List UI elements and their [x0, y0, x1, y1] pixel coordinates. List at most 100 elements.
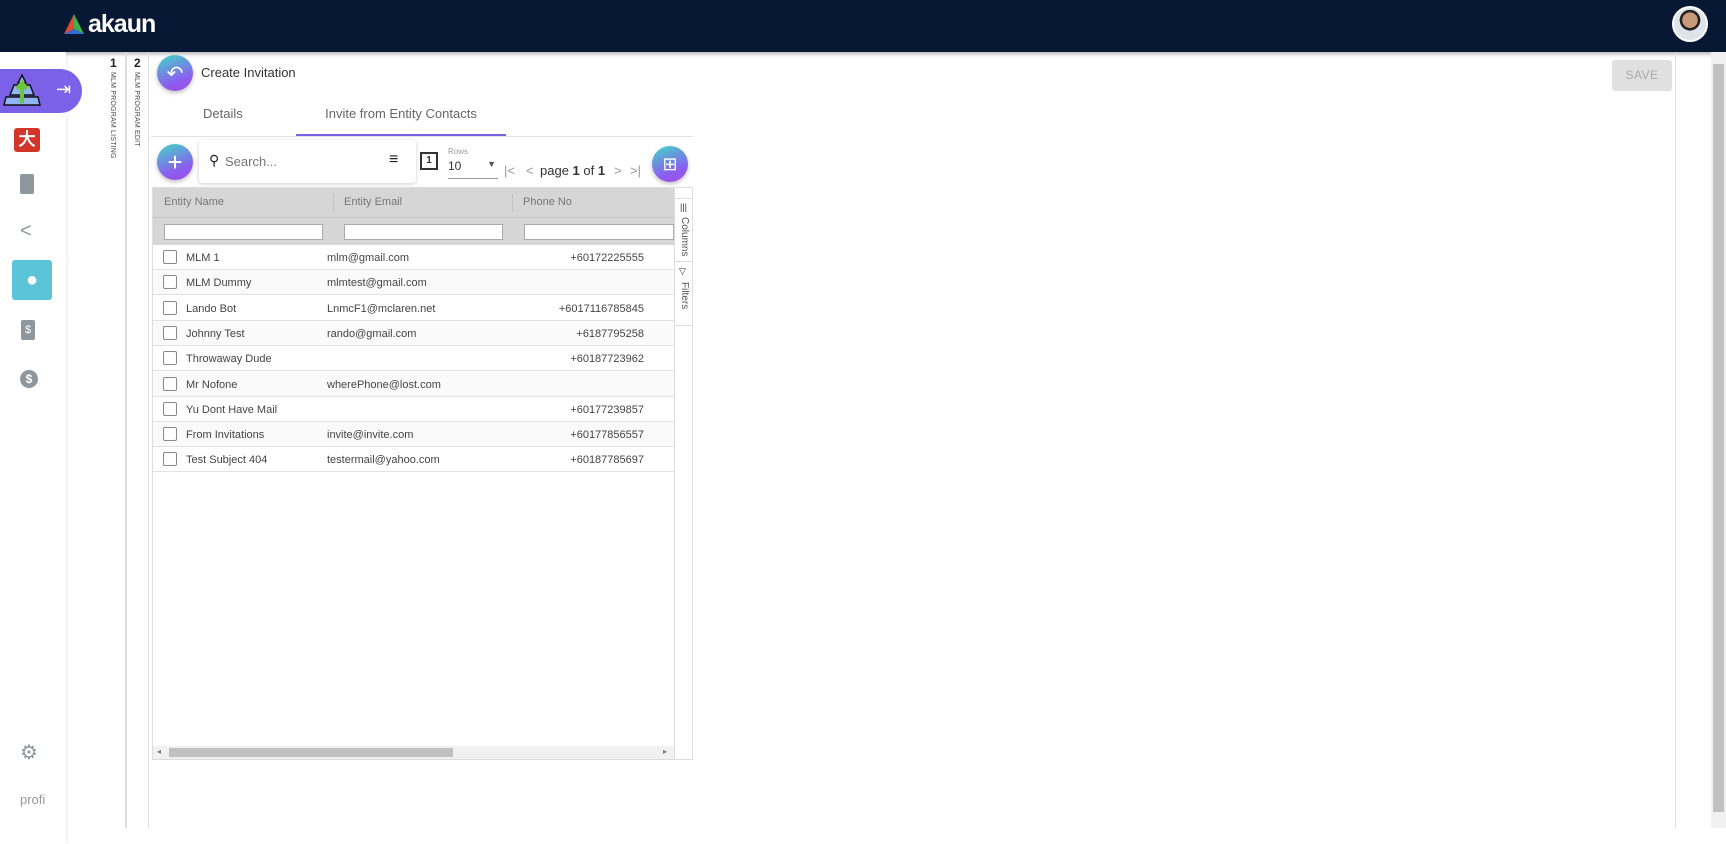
- rows-per-page-select[interactable]: 10 ▼: [448, 159, 498, 179]
- entity-name: Test Subject 404: [186, 454, 268, 467]
- entity-name: MLM 1: [186, 252, 220, 264]
- table-row[interactable]: From Invitations invite@invite.com +6017…: [153, 422, 674, 448]
- columns-tab-label: Columns: [679, 217, 690, 257]
- scroll-left-icon[interactable]: ◂: [157, 747, 161, 756]
- reply-arrow-icon: ↶: [166, 62, 184, 85]
- row-checkbox[interactable]: [163, 401, 177, 416]
- column-header-entity-email[interactable]: Entity Email: [344, 196, 402, 208]
- breadcrumb-number: 1: [110, 56, 117, 70]
- filter-entity-email[interactable]: [344, 224, 503, 240]
- columns-icon: |||: [680, 202, 688, 212]
- app-red-icon[interactable]: 大: [14, 128, 40, 152]
- entity-name: Yu Dont Have Mail: [186, 403, 278, 416]
- tab-details[interactable]: Details: [203, 106, 243, 121]
- filter-list-icon[interactable]: ≡: [389, 151, 398, 169]
- dropdown-caret-icon: ▼: [487, 159, 496, 169]
- page-title: Create Invitation: [201, 65, 296, 80]
- filters-tool-tab[interactable]: ▽ Filters: [675, 262, 693, 326]
- table-row[interactable]: Throwaway Dude +60187723962: [153, 346, 674, 372]
- scroll-right-icon[interactable]: ▸: [663, 747, 667, 756]
- table-row[interactable]: MLM Dummy mlmtest@gmail.com: [153, 270, 674, 296]
- brand-logo[interactable]: akaun: [88, 10, 156, 39]
- entity-name: Johnny Test: [186, 327, 245, 340]
- add-button[interactable]: +: [157, 144, 193, 180]
- breadcrumb-number: 2: [134, 56, 141, 70]
- filter-entity-name[interactable]: [164, 224, 323, 240]
- table-row[interactable]: MLM 1 mlm@gmail.com +60172225555: [153, 245, 674, 270]
- table-row[interactable]: Yu Dont Have Mail +60177239857: [153, 396, 674, 422]
- share-icon[interactable]: <: [20, 220, 32, 243]
- grid-icon: ⊞: [662, 153, 678, 174]
- filter-icon: ▽: [679, 266, 686, 276]
- user-avatar[interactable]: [1672, 6, 1708, 42]
- entity-email: LnmcF1@mclaren.net: [327, 302, 436, 315]
- first-page-icon[interactable]: |<: [504, 163, 515, 178]
- profile-image-broken[interactable]: profi: [20, 792, 45, 807]
- rows-value: 10: [448, 159, 462, 173]
- column-header-entity-name[interactable]: Entity Name: [164, 196, 224, 208]
- content-divider: [1675, 52, 1676, 828]
- prev-page-icon[interactable]: <: [526, 163, 534, 178]
- table-row[interactable]: Mr Nofone wherePhone@lost.com: [153, 371, 674, 397]
- sidebar-item-mlm[interactable]: ⇥: [0, 69, 82, 113]
- phone-no: +60187785697: [570, 454, 644, 467]
- back-button[interactable]: ↶: [157, 55, 193, 91]
- row-checkbox[interactable]: [163, 300, 177, 315]
- sidebar: ⇥ 大 < ● $ $ ⚙ profi: [0, 52, 82, 844]
- contacts-icon[interactable]: [20, 174, 34, 194]
- search-input[interactable]: [225, 150, 375, 172]
- entity-name: Mr Nofone: [186, 378, 238, 391]
- horizontal-scrollbar[interactable]: ◂ ▸: [153, 746, 674, 759]
- breadcrumb-1[interactable]: 1 MLM PROGRAM LISTING: [103, 52, 126, 828]
- phone-no: +6187795258: [576, 327, 644, 340]
- entity-name: Lando Bot: [186, 302, 237, 315]
- entity-email: rando@gmail.com: [327, 327, 417, 340]
- sign-in-icon[interactable]: ⇥: [56, 79, 71, 100]
- phone-no: +60177856557: [570, 429, 644, 442]
- entity-email: testermail@yahoo.com: [327, 454, 440, 467]
- row-checkbox[interactable]: [163, 275, 177, 290]
- filter-phone-no[interactable]: [524, 224, 674, 240]
- row-checkbox[interactable]: [163, 427, 177, 442]
- table-row[interactable]: Test Subject 404 testermail@yahoo.com +6…: [153, 447, 674, 473]
- table-row[interactable]: Lando Bot LnmcF1@mclaren.net +6017116785…: [153, 295, 674, 321]
- scrollbar-thumb[interactable]: [169, 748, 453, 757]
- contacts-grid: Entity Name Entity Email Phone No MLM 1 …: [152, 187, 693, 760]
- row-checkbox[interactable]: [163, 325, 177, 340]
- search-box[interactable]: ⚲ ≡: [199, 140, 416, 183]
- dollar-icon[interactable]: $: [20, 370, 38, 388]
- next-page-icon[interactable]: >: [614, 163, 622, 178]
- breadcrumb-2[interactable]: 2 MLM PROGRAM EDIT: [126, 52, 149, 828]
- gear-icon[interactable]: ⚙: [20, 740, 38, 765]
- invoice-icon[interactable]: $: [21, 320, 35, 340]
- grid-view-button[interactable]: ⊞: [652, 146, 688, 182]
- filters-tab-label: Filters: [679, 282, 690, 310]
- tag-icon[interactable]: ●: [12, 260, 52, 300]
- entity-email: mlmtest@gmail.com: [327, 277, 427, 290]
- page-scrollbar-thumb[interactable]: [1713, 64, 1724, 812]
- phone-no: +60172225555: [570, 252, 644, 264]
- phone-no: +6017116785845: [558, 302, 644, 315]
- phone-no: +60177239857: [570, 403, 644, 416]
- row-checkbox[interactable]: [163, 351, 177, 366]
- pyramid-icon: [3, 73, 41, 106]
- top-bar: akaun: [0, 0, 1726, 52]
- phone-no: +60187723962: [570, 353, 644, 366]
- last-page-icon[interactable]: >|: [630, 163, 641, 178]
- save-button[interactable]: SAVE: [1612, 60, 1672, 91]
- column-header-phone-no[interactable]: Phone No: [523, 196, 572, 208]
- table-row[interactable]: Johnny Test rando@gmail.com +6187795258: [153, 320, 674, 346]
- tab-invite-entity-contacts[interactable]: Invite from Entity Contacts: [296, 106, 506, 136]
- columns-tool-tab[interactable]: Columns |||: [675, 198, 693, 262]
- entity-name: From Invitations: [186, 429, 265, 442]
- entity-email: wherePhone@lost.com: [327, 378, 441, 391]
- page-scrollbar[interactable]: [1711, 52, 1726, 828]
- column-divider: [512, 194, 513, 212]
- search-icon: ⚲: [209, 152, 220, 168]
- header-divider: [153, 217, 674, 218]
- side-panel: Columns ||| ▽ Filters: [674, 188, 693, 759]
- row-checkbox[interactable]: [163, 376, 177, 391]
- page-count-icon[interactable]: 1: [420, 152, 438, 170]
- row-checkbox[interactable]: [163, 452, 177, 467]
- row-checkbox[interactable]: [163, 250, 177, 264]
